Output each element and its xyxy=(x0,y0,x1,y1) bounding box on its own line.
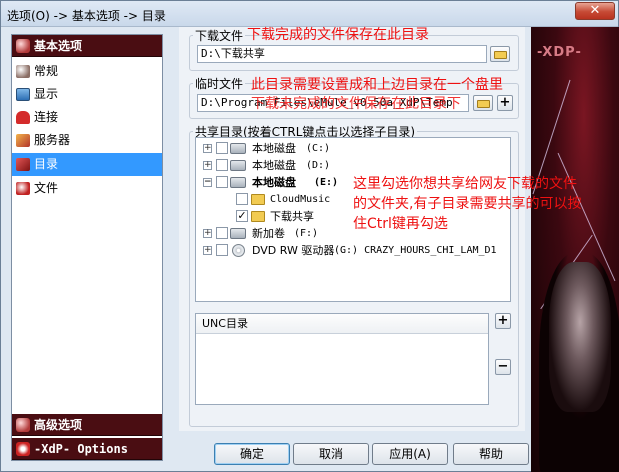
tree-node-drive: (D:) xyxy=(306,160,331,171)
nav-header-basic-label: 基本选项 xyxy=(34,39,83,53)
tree-node-label: CloudMusic xyxy=(270,194,331,205)
xdp-banner-art: -XDP- xyxy=(531,27,619,472)
tree-checkbox[interactable] xyxy=(216,176,228,188)
nav-item-general[interactable]: 常规 xyxy=(12,60,162,83)
nav-item-label: 服务器 xyxy=(34,133,71,147)
window-title: 选项(O) -> 基本选项 -> 目录 xyxy=(7,9,166,23)
nav-header-basic[interactable]: 基本选项 xyxy=(12,35,162,57)
tree-checkbox[interactable] xyxy=(216,142,228,154)
collapse-toggle[interactable]: − xyxy=(203,178,212,187)
nav-header-xdp[interactable]: -XdP- Options xyxy=(12,438,162,460)
nav-item-file[interactable]: 文件 xyxy=(12,177,162,200)
display-icon xyxy=(16,88,30,101)
tree-checkbox[interactable] xyxy=(216,227,228,239)
server-icon xyxy=(16,134,30,147)
unc-list[interactable]: UNC目录 xyxy=(195,313,489,405)
add-temp-folder-button[interactable]: + xyxy=(497,95,513,111)
folder-icon xyxy=(494,51,507,59)
advanced-options-icon xyxy=(16,418,30,432)
tree-node-label: 本地磁盘 xyxy=(252,142,296,155)
nav-item-directory[interactable]: 目录 xyxy=(12,153,162,176)
remove-unc-button[interactable]: − xyxy=(495,359,511,375)
annotation-temp-line1: 此目录需要设置成和上边目录在一个盘里 xyxy=(251,77,503,93)
expand-toggle[interactable]: + xyxy=(203,144,212,153)
tree-checkbox[interactable] xyxy=(216,244,228,256)
general-icon xyxy=(16,65,30,78)
basic-options-icon xyxy=(16,39,30,53)
folder-icon xyxy=(251,211,265,222)
tree-checkbox[interactable] xyxy=(216,159,228,171)
help-button[interactable]: 帮助 xyxy=(453,443,529,465)
xdp-options-icon xyxy=(16,442,30,456)
nav-item-label: 文件 xyxy=(34,181,59,195)
file-icon xyxy=(16,182,30,195)
cancel-button[interactable]: 取消 xyxy=(293,443,369,465)
drive-icon xyxy=(230,177,246,188)
tree-node-label: 本地磁盘 xyxy=(252,159,296,172)
nav-item-server[interactable]: 服务器 xyxy=(12,129,162,152)
expand-toggle[interactable]: + xyxy=(203,229,212,238)
add-unc-button[interactable]: + xyxy=(495,313,511,329)
temp-folder-label: 临时文件 xyxy=(193,75,246,92)
nav-header-xdp-label: -XdP- Options xyxy=(34,442,128,456)
nav-item-label: 常规 xyxy=(34,64,59,78)
annotation-temp-line2: 下载未完成的文件保存在此目录下 xyxy=(251,96,461,112)
connection-icon xyxy=(16,111,30,124)
title-bar: 选项(O) -> 基本选项 -> 目录 ✕ xyxy=(1,1,618,27)
ok-button[interactable]: 确定 xyxy=(214,443,290,465)
tree-node-drive-d[interactable]: + 本地磁盘 (D:) xyxy=(196,157,496,174)
browse-temp-folder-button[interactable] xyxy=(473,95,493,111)
download-folder-field[interactable]: D:\下载共享 xyxy=(197,45,487,63)
tree-node-drive-f[interactable]: + 新加卷 (F:) xyxy=(196,225,496,242)
tree-node-drive: (G:) CRAZY_HOURS_CHI_LAM_D1 xyxy=(334,245,497,256)
apply-button[interactable]: 应用(A) xyxy=(372,443,448,465)
annotation-shared-line1: 这里勾选你想共享给网友下载的文件 xyxy=(353,176,577,192)
tree-node-label: 下载共享 xyxy=(270,210,314,223)
expand-toggle[interactable]: + xyxy=(203,246,212,255)
annotation-download: 下载完成的文件保存在此目录 xyxy=(247,27,429,43)
drive-icon xyxy=(230,160,246,171)
directory-icon xyxy=(16,158,30,171)
nav-header-advanced[interactable]: 高级选项 xyxy=(12,414,162,436)
tree-node-drive: (E:) xyxy=(314,177,339,188)
nav-header-advanced-label: 高级选项 xyxy=(34,418,83,432)
xdp-logo: -XDP- xyxy=(537,45,582,60)
tree-node-drive: (F:) xyxy=(294,228,319,239)
tree-checkbox[interactable] xyxy=(236,193,248,205)
browse-download-folder-button[interactable] xyxy=(490,46,510,62)
tree-node-label: 新加卷 xyxy=(252,227,285,240)
folder-icon xyxy=(251,194,265,205)
options-nav: 基本选项 常规 显示 连接 服务器 目录 文件 高级选项 -XdP- Optio… xyxy=(11,34,163,461)
tree-checkbox-checked[interactable]: ✓ xyxy=(236,210,248,222)
nav-item-display[interactable]: 显示 xyxy=(12,83,162,106)
annotation-shared-line2: 的文件夹,有子目录需要共享的可以按 xyxy=(353,196,582,212)
dvd-drive-icon xyxy=(232,244,245,257)
drive-icon xyxy=(230,143,246,154)
tree-node-drive-c[interactable]: + 本地磁盘 (C:) xyxy=(196,140,496,157)
close-button[interactable]: ✕ xyxy=(575,2,615,20)
download-folder-label: 下载文件 xyxy=(193,27,246,44)
drive-icon xyxy=(230,228,246,239)
unc-list-header[interactable]: UNC目录 xyxy=(196,314,488,334)
tree-node-drive-g[interactable]: + DVD RW 驱动器 (G:) CRAZY_HOURS_CHI_LAM_D1 xyxy=(196,242,510,259)
folder-icon xyxy=(477,100,490,108)
annotation-shared-line3: 住Ctrl键再勾选 xyxy=(353,216,448,232)
tree-node-label: DVD RW 驱动器 xyxy=(252,244,335,257)
nav-item-label: 目录 xyxy=(34,157,59,171)
tree-node-label: 本地磁盘 xyxy=(252,176,296,189)
figure-face xyxy=(549,262,611,412)
options-window: 选项(O) -> 基本选项 -> 目录 ✕ 基本选项 常规 显示 连接 服务器 … xyxy=(0,0,619,472)
tree-node-drive: (C:) xyxy=(306,143,331,154)
expand-toggle[interactable]: + xyxy=(203,161,212,170)
nav-item-label: 显示 xyxy=(34,87,59,101)
nav-item-label: 连接 xyxy=(34,110,59,124)
nav-item-connection[interactable]: 连接 xyxy=(12,106,162,129)
